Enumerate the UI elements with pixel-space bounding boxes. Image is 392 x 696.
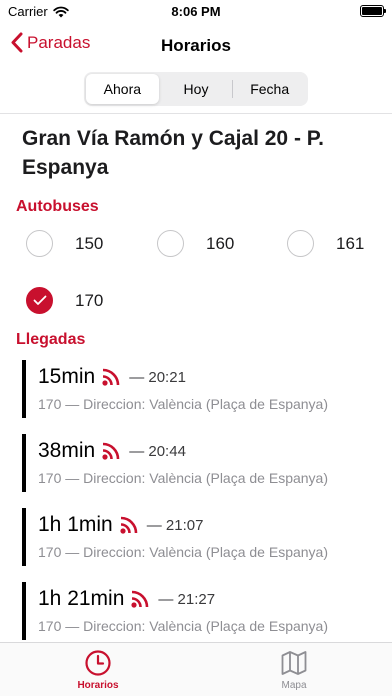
bus-option-160[interactable]: 160: [157, 230, 234, 257]
bus-option-150[interactable]: 150: [26, 230, 103, 257]
segment-hoy[interactable]: Hoy: [160, 74, 233, 104]
bus-label: 161: [336, 233, 365, 253]
arrival-clock-time: — 20:44: [129, 442, 186, 460]
realtime-signal-icon: [101, 367, 121, 387]
radio-button[interactable]: [287, 230, 314, 257]
stop-name: Gran Vía Ramón y Cajal 20 - P. Espanya: [22, 127, 324, 179]
tab-bar: Horarios Mapa: [0, 642, 392, 696]
bus-option-170[interactable]: 170: [26, 287, 103, 314]
arrival-row[interactable]: 1h 21min — 21:27 170 — Direccion: Valènc…: [22, 582, 382, 640]
bus-label: 160: [206, 233, 235, 253]
realtime-signal-icon: [130, 589, 150, 609]
time-filter-segmented-control: Ahora Hoy Fecha: [84, 72, 308, 106]
navigation-bar: Paradas Horarios: [0, 24, 392, 66]
arrival-eta: 1h 21min: [38, 587, 125, 610]
separator: [0, 113, 392, 114]
arrival-eta: 38min: [38, 439, 96, 462]
bus-option-161[interactable]: 161: [287, 230, 364, 257]
arrival-route-detail: 170 — Direccion: València (Plaça de Espa…: [38, 470, 329, 486]
clock-icon: [85, 650, 111, 676]
page-title: Horarios: [161, 36, 231, 55]
map-icon: [281, 651, 307, 675]
arrival-clock-time: — 21:27: [158, 590, 216, 608]
arrival-route-detail: 170 — Direccion: València (Plaça de Espa…: [38, 618, 329, 634]
radio-button-checked[interactable]: [26, 287, 53, 314]
arrival-row[interactable]: 38min — 20:44 170 — Direccion: València …: [22, 434, 382, 492]
arrival-eta: 15min: [38, 365, 96, 388]
realtime-signal-icon: [101, 441, 121, 461]
segment-ahora[interactable]: Ahora: [86, 74, 159, 104]
arrival-row[interactable]: 15min — 20:21 170 — Direccion: València …: [22, 360, 382, 418]
checkmark-icon: [33, 295, 46, 305]
status-bar: Carrier 8:06 PM: [0, 0, 392, 24]
tab-horarios[interactable]: Horarios: [0, 643, 196, 696]
radio-button[interactable]: [26, 230, 53, 257]
arrival-row[interactable]: 1h 1min — 21:07 170 — Direccion: Valènci…: [22, 508, 382, 566]
tab-label: Mapa: [281, 680, 307, 691]
arrival-clock-time: — 21:07: [146, 516, 204, 534]
bus-label: 150: [75, 233, 104, 253]
battery-icon: [360, 5, 386, 17]
segment-fecha[interactable]: Fecha: [233, 74, 306, 104]
battery-fill: [362, 7, 382, 15]
bus-label: 170: [75, 290, 104, 310]
realtime-signal-icon: [119, 515, 139, 535]
radio-button[interactable]: [157, 230, 184, 257]
tab-mapa[interactable]: Mapa: [196, 643, 392, 696]
clock-time: 8:06 PM: [171, 4, 221, 19]
arrival-route-detail: 170 — Direccion: València (Plaça de Espa…: [38, 544, 329, 560]
arrival-eta: 1h 1min: [38, 513, 113, 536]
arrival-route-detail: 170 — Direccion: València (Plaça de Espa…: [38, 396, 329, 412]
tab-label: Horarios: [77, 680, 119, 691]
arrival-clock-time: — 20:21: [129, 368, 186, 386]
arrivals-section-header: Llegadas: [16, 331, 86, 348]
buses-section-header: Autobuses: [16, 198, 99, 215]
